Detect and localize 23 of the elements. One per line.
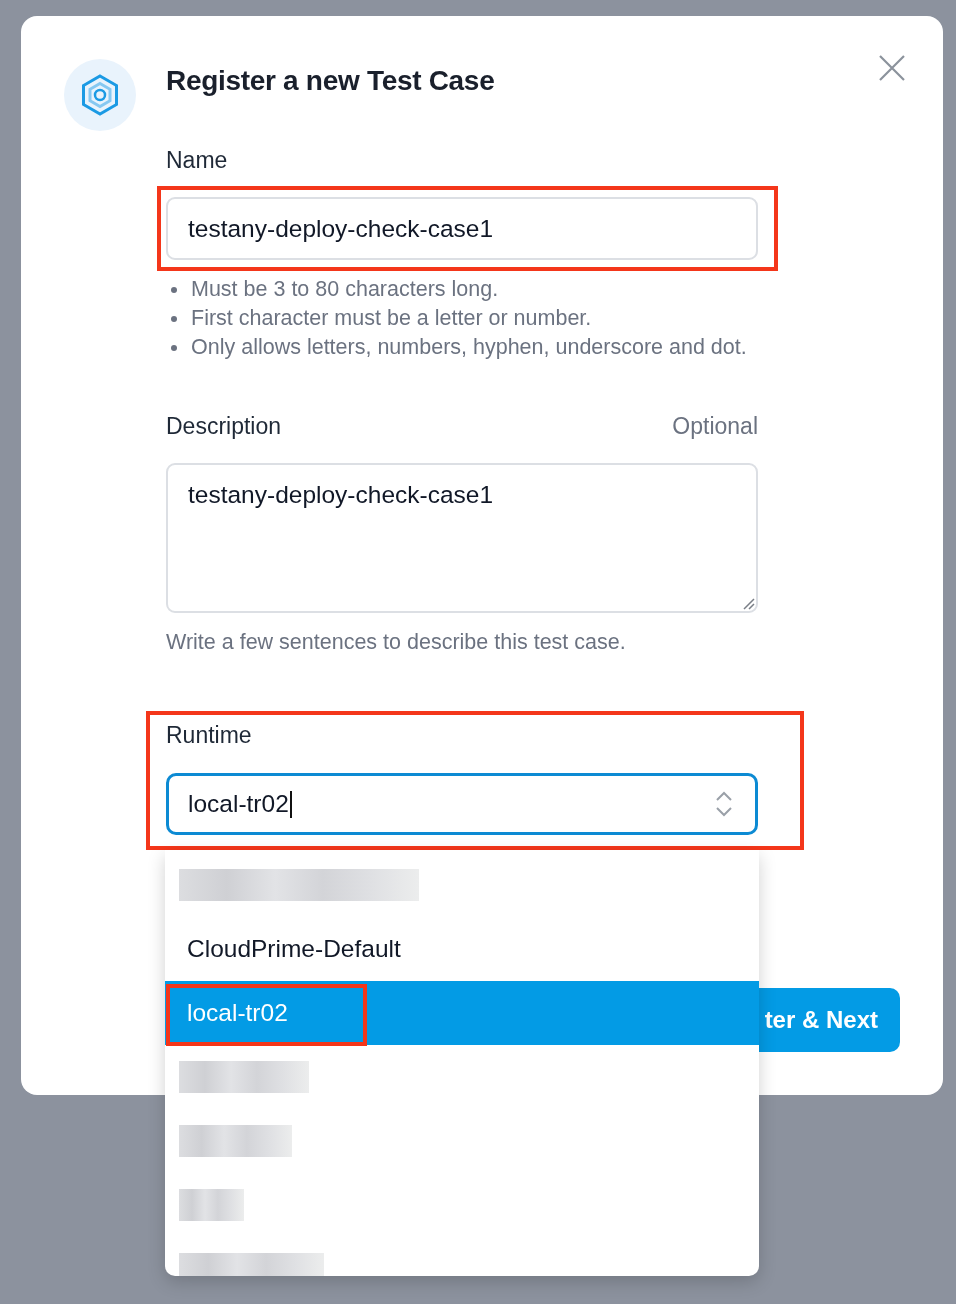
chevron-updown-icon[interactable] [715,790,733,818]
hint-text: Must be 3 to 80 characters long. [191,276,499,303]
blurred-option-text [179,1189,244,1221]
hexagon-logo-icon [64,59,136,131]
field-label: Description [166,412,282,441]
close-button[interactable] [879,55,905,81]
bullet-icon [171,315,177,322]
textarea-field[interactable]: testany-deploy-check-case1 [166,463,758,613]
optional-label: Optional [672,412,758,441]
hint-text: Only allows letters, numbers, hyphen, underscore and dot. [191,334,747,361]
close-icon [879,55,905,81]
dropdown-option[interactable]: CloudPrime-Default [165,917,759,981]
dialog-title: Register a new Test Case [166,64,495,98]
bullet-icon [171,286,177,293]
resize-handle-icon[interactable] [741,596,755,610]
bullet-icon [171,344,177,351]
help-text: Write a few sentences to describe this test case. [166,629,627,656]
text-cursor-icon [289,790,292,818]
field-label: Runtime [166,721,252,750]
field-label: Name [166,146,228,175]
text-input[interactable]: testany-deploy-check-case1 [166,197,758,260]
select-field[interactable]: local-tr02 [166,773,758,835]
hint-text: First character must be a letter or number. [191,305,592,332]
